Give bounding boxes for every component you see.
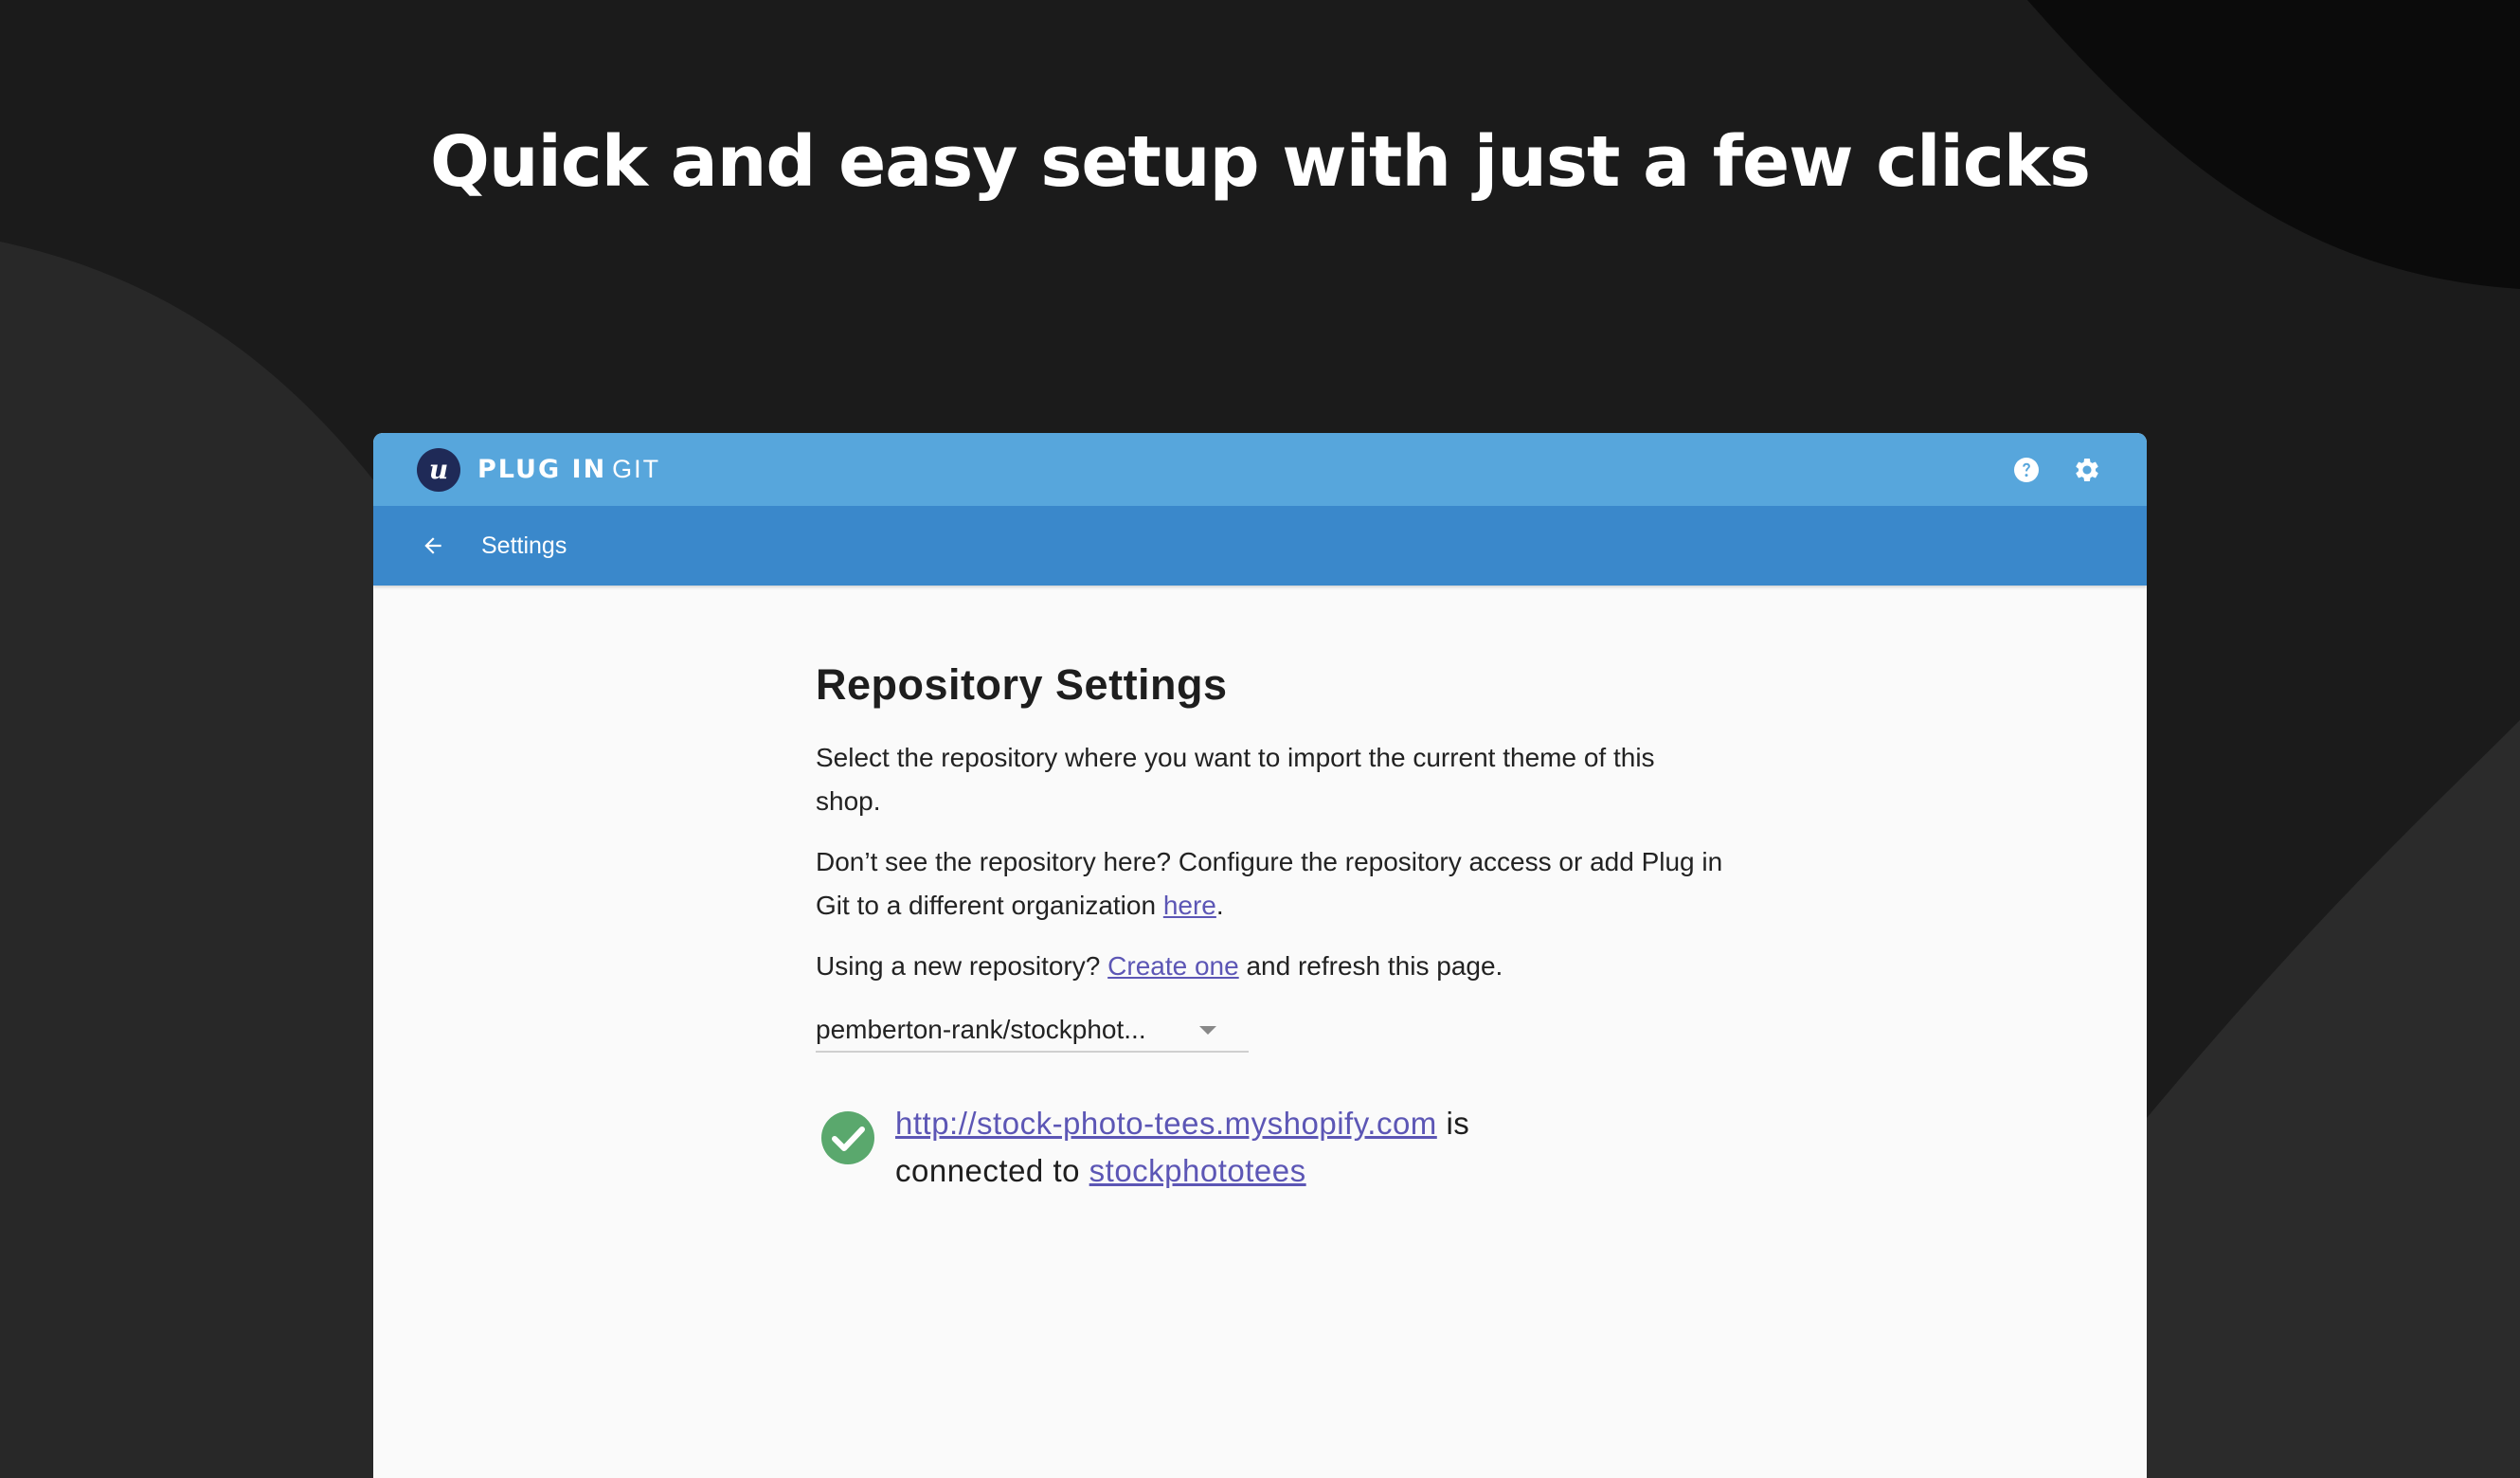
- repository-select-value: pemberton-rank/stockphot...: [816, 1015, 1146, 1044]
- headline: Quick and easy setup with just a few cli…: [429, 121, 2091, 203]
- page-title: Repository Settings: [816, 660, 1228, 709]
- help-icon[interactable]: [2012, 456, 2041, 484]
- app-logo[interactable]: u: [417, 447, 460, 492]
- settings-content: Repository Settings Select the repositor…: [816, 660, 1725, 1195]
- shop-url-link[interactable]: http://stock-photo-tees.myshopify.com: [895, 1106, 1437, 1141]
- arrow-left-icon[interactable]: [419, 532, 447, 560]
- promo-stage: Quick and easy setup with just a few cli…: [0, 0, 2520, 1478]
- page-header: Settings: [373, 506, 2147, 586]
- status-is-text: is: [1436, 1106, 1470, 1141]
- chevron-down-icon: [1199, 1026, 1216, 1035]
- create-repo-link[interactable]: Create one: [1107, 951, 1239, 981]
- access-help-text-end: .: [1215, 891, 1224, 920]
- app-window: u PLUG IN GIT Settings Repository Settin…: [373, 433, 2147, 1478]
- new-repo-text-end: and refresh this page.: [1238, 951, 1503, 981]
- brand-name-light: GIT: [612, 455, 661, 483]
- access-help-text: Don’t see the repository here? Configure…: [816, 840, 1725, 928]
- access-config-link[interactable]: here: [1163, 891, 1216, 920]
- topbar-actions: [2012, 456, 2101, 484]
- access-help-text-start: Don’t see the repository here? Configure…: [816, 847, 1723, 920]
- connection-status: http://stock-photo-tees.myshopify.com is…: [816, 1100, 1725, 1195]
- repository-link[interactable]: stockphototees: [1089, 1153, 1306, 1188]
- intro-text: Select the repository where you want to …: [816, 743, 1655, 816]
- new-repo-text-start: Using a new repository?: [816, 951, 1108, 981]
- gear-icon[interactable]: [2073, 456, 2101, 484]
- check-circle-icon: [821, 1111, 874, 1164]
- brand-name-strong: PLUG IN: [477, 455, 607, 484]
- brand-name: PLUG IN GIT: [477, 455, 660, 484]
- app-topbar: u PLUG IN GIT: [373, 433, 2147, 506]
- status-connected-text: connected to: [895, 1153, 1089, 1188]
- page-header-title: Settings: [481, 532, 567, 559]
- new-repo-text: Using a new repository? Create one and r…: [816, 945, 1725, 988]
- repository-select[interactable]: pemberton-rank/stockphot...: [816, 1009, 1249, 1053]
- connection-status-text: http://stock-photo-tees.myshopify.com is…: [895, 1100, 1469, 1195]
